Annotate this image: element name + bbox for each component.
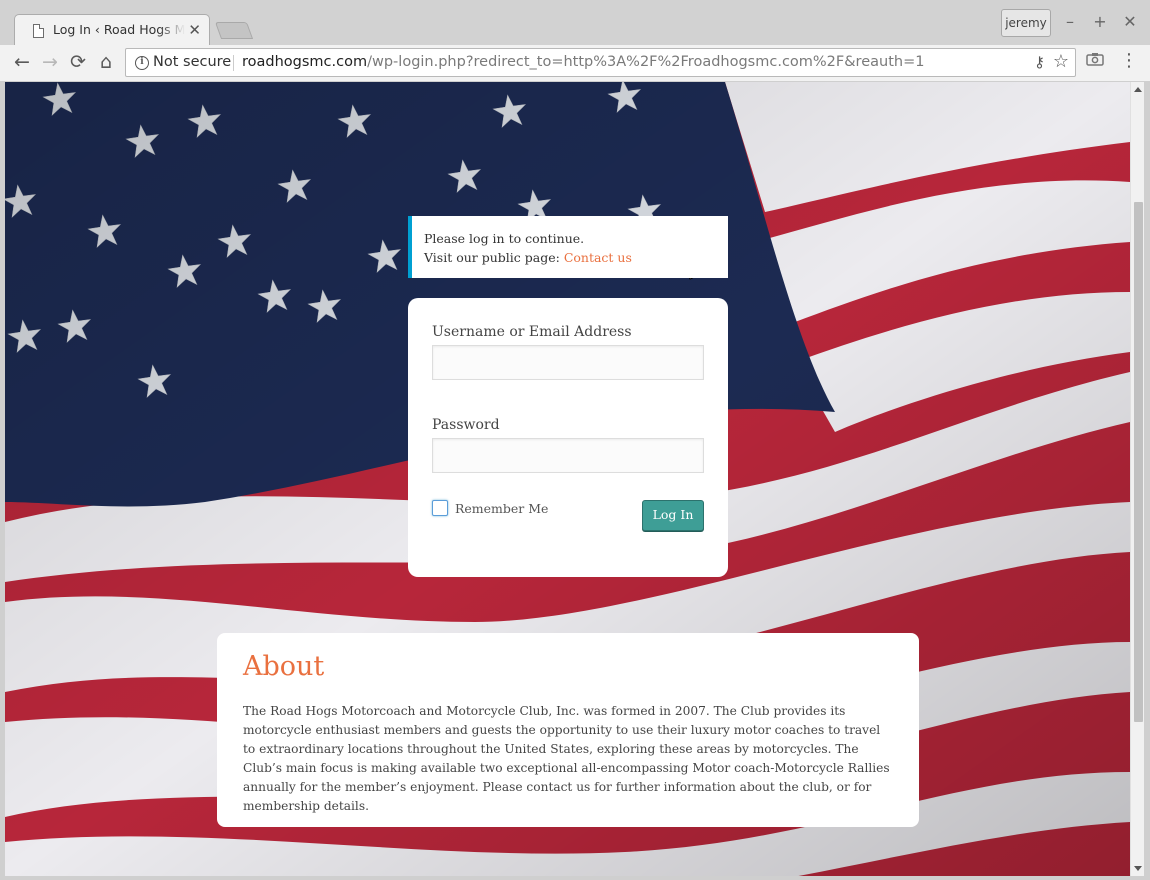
notice-line-2: Visit our public page: Contact us [424, 248, 716, 267]
scroll-thumb[interactable] [1134, 202, 1143, 722]
login-notice: Please log in to continue. Visit our pub… [408, 216, 728, 278]
browser-toolbar: ← → ⟳ ⌂ i Not secure roadhogsmc.com/wp-l… [0, 45, 1150, 81]
menu-icon[interactable]: ⋮ [1120, 50, 1138, 74]
login-form: Username or Email Address Password Remem… [408, 298, 728, 577]
reload-icon[interactable]: ⟳ [65, 49, 91, 75]
url-host: roadhogsmc.com [242, 54, 368, 70]
page-icon [33, 24, 44, 38]
remember-me-checkbox[interactable] [432, 500, 448, 516]
password-field[interactable] [432, 438, 704, 473]
about-card: About The Road Hogs Motorcoach and Motor… [217, 633, 919, 827]
security-label[interactable]: Not secure [153, 54, 231, 70]
username-field[interactable] [432, 345, 704, 380]
browser-chrome: Log In ‹ Road Hogs Mot ✕ jeremy – + ✕ ← … [0, 0, 1150, 81]
scroll-up-icon[interactable] [1134, 87, 1142, 92]
password-label: Password [432, 417, 500, 433]
notice-line-1: Please log in to continue. [424, 231, 585, 246]
address-divider [233, 55, 234, 71]
url-path: /wp-login.php?redirect_to=http%3A%2F%2Fr… [367, 54, 925, 70]
forward-icon[interactable]: → [37, 49, 63, 75]
info-icon[interactable]: i [135, 56, 149, 70]
address-bar[interactable]: i Not secure roadhogsmc.com/wp-login.php… [125, 48, 1076, 77]
camera-icon[interactable] [1086, 52, 1104, 66]
url-text[interactable]: roadhogsmc.com/wp-login.php?redirect_to=… [242, 54, 924, 70]
maximize-icon[interactable]: + [1090, 11, 1110, 33]
scroll-down-icon[interactable] [1134, 866, 1142, 871]
username-label: Username or Email Address [432, 324, 632, 340]
about-text: The Road Hogs Motorcoach and Motorcycle … [243, 704, 890, 813]
tab-close-icon[interactable]: ✕ [188, 20, 201, 40]
tab-title: Log In ‹ Road Hogs Mot [53, 22, 185, 37]
home-icon[interactable]: ⌂ [93, 49, 119, 75]
new-tab-button[interactable] [214, 22, 254, 39]
key-icon[interactable]: ⚷ [1034, 53, 1045, 71]
star-icon[interactable]: ☆ [1053, 51, 1069, 72]
contact-us-link[interactable]: Contact us [564, 250, 632, 265]
remember-me-label[interactable]: Remember Me [455, 501, 548, 516]
close-window-icon[interactable]: ✕ [1120, 11, 1140, 33]
profile-button[interactable]: jeremy [1001, 9, 1051, 37]
log-in-button[interactable]: Log In [642, 500, 704, 531]
notice-line-2-prefix: Visit our public page: [424, 250, 564, 265]
tab-strip: Log In ‹ Road Hogs Mot ✕ jeremy – + ✕ [0, 0, 1150, 46]
minimize-icon[interactable]: – [1060, 11, 1080, 33]
about-heading: About [243, 651, 325, 682]
browser-tab[interactable]: Log In ‹ Road Hogs Mot ✕ [14, 14, 210, 46]
page-scrollbar[interactable] [1130, 82, 1144, 876]
back-icon[interactable]: ← [9, 49, 35, 75]
